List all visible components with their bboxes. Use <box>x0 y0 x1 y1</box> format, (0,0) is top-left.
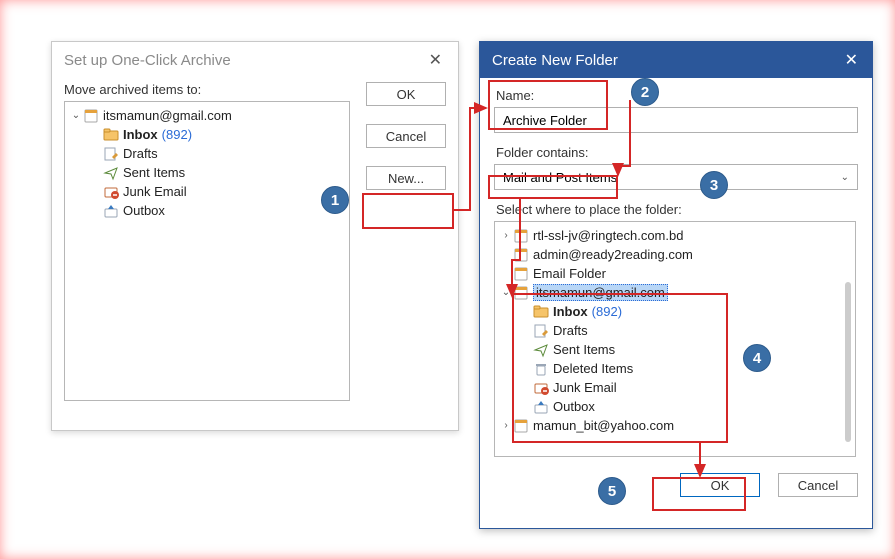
tree-item-junk[interactable]: Junk Email <box>67 182 347 201</box>
tree-item-drafts[interactable]: Drafts <box>67 144 347 163</box>
new-button[interactable]: New... <box>366 166 446 190</box>
name-label: Name: <box>496 88 858 103</box>
archive-dialog: Set up One-Click Archive ✕ Move archived… <box>51 41 459 431</box>
contains-label: Folder contains: <box>496 145 858 160</box>
scrollbar-thumb[interactable] <box>845 282 851 442</box>
trash-icon <box>533 361 549 377</box>
dialog-title: Set up One-Click Archive <box>64 52 231 69</box>
create-folder-dialog: Create New Folder ✕ Name: Folder contain… <box>479 41 873 529</box>
place-label: Select where to place the folder: <box>496 202 858 217</box>
move-label: Move archived items to: <box>64 82 352 97</box>
folder-tree[interactable]: ⌄ itsmamun@gmail.com Inbox (892) Drafts <box>64 101 350 401</box>
ok-button[interactable]: OK <box>680 473 760 497</box>
tree-item-sent[interactable]: Sent Items <box>497 340 853 359</box>
step-badge: 2 <box>631 78 659 106</box>
tree-item-inbox[interactable]: Inbox (892) <box>497 302 853 321</box>
drafts-icon <box>103 146 119 162</box>
data-file-icon <box>513 228 529 244</box>
collapse-icon[interactable]: ⌄ <box>69 110 83 121</box>
cancel-button[interactable]: Cancel <box>366 124 446 148</box>
chevron-down-icon: ⌄ <box>841 172 849 183</box>
expand-icon[interactable]: › <box>499 230 513 241</box>
sent-icon <box>103 165 119 181</box>
data-file-icon <box>513 285 529 301</box>
junk-icon <box>103 184 119 200</box>
outbox-icon <box>533 399 549 415</box>
step-badge: 4 <box>743 344 771 372</box>
expand-icon[interactable]: › <box>499 420 513 431</box>
step-badge: 1 <box>321 186 349 214</box>
folder-icon <box>533 304 549 320</box>
tree-item-outbox[interactable]: Outbox <box>497 397 853 416</box>
dialog-title: Create New Folder <box>492 52 618 69</box>
unread-count: (892) <box>162 127 192 142</box>
tree-item-drafts[interactable]: Drafts <box>497 321 853 340</box>
contains-dropdown[interactable]: Mail and Post Items ⌄ <box>494 164 858 190</box>
folder-icon <box>103 127 119 143</box>
dropdown-value: Mail and Post Items <box>503 170 617 185</box>
tree-item-inbox[interactable]: Inbox (892) <box>67 125 347 144</box>
tree-item-junk[interactable]: Junk Email <box>497 378 853 397</box>
data-file-icon <box>83 108 99 124</box>
tree-item-account[interactable]: ⌄ itsmamun@gmail.com <box>67 106 347 125</box>
tree-item-account-selected[interactable]: ⌄ itsmamun@gmail.com <box>497 283 853 302</box>
step-badge: 5 <box>598 477 626 505</box>
outbox-icon <box>103 203 119 219</box>
drafts-icon <box>533 323 549 339</box>
tree-item-outbox[interactable]: Outbox <box>67 201 347 220</box>
step-badge: 3 <box>700 171 728 199</box>
close-icon[interactable]: ✕ <box>423 48 448 72</box>
ok-button[interactable]: OK <box>366 82 446 106</box>
data-file-icon <box>513 247 529 263</box>
tree-item-deleted[interactable]: Deleted Items <box>497 359 853 378</box>
collapse-icon[interactable]: ⌄ <box>499 287 513 298</box>
junk-icon <box>533 380 549 396</box>
data-file-icon <box>513 418 529 434</box>
sent-icon <box>533 342 549 358</box>
tree-item-account[interactable]: › rtl-ssl-jv@ringtech.com.bd <box>497 226 853 245</box>
tree-item-account[interactable]: › admin@ready2reading.com <box>497 245 853 264</box>
close-icon[interactable]: ✕ <box>839 48 864 72</box>
tree-item-sent[interactable]: Sent Items <box>67 163 347 182</box>
cancel-button[interactable]: Cancel <box>778 473 858 497</box>
place-folder-tree[interactable]: › rtl-ssl-jv@ringtech.com.bd › admin@rea… <box>494 221 856 457</box>
tree-item-folder[interactable]: › Email Folder <box>497 264 853 283</box>
data-file-icon <box>513 266 529 282</box>
tree-item-account[interactable]: › mamun_bit@yahoo.com <box>497 416 853 435</box>
folder-name-input[interactable] <box>494 107 858 133</box>
unread-count: (892) <box>592 304 622 319</box>
